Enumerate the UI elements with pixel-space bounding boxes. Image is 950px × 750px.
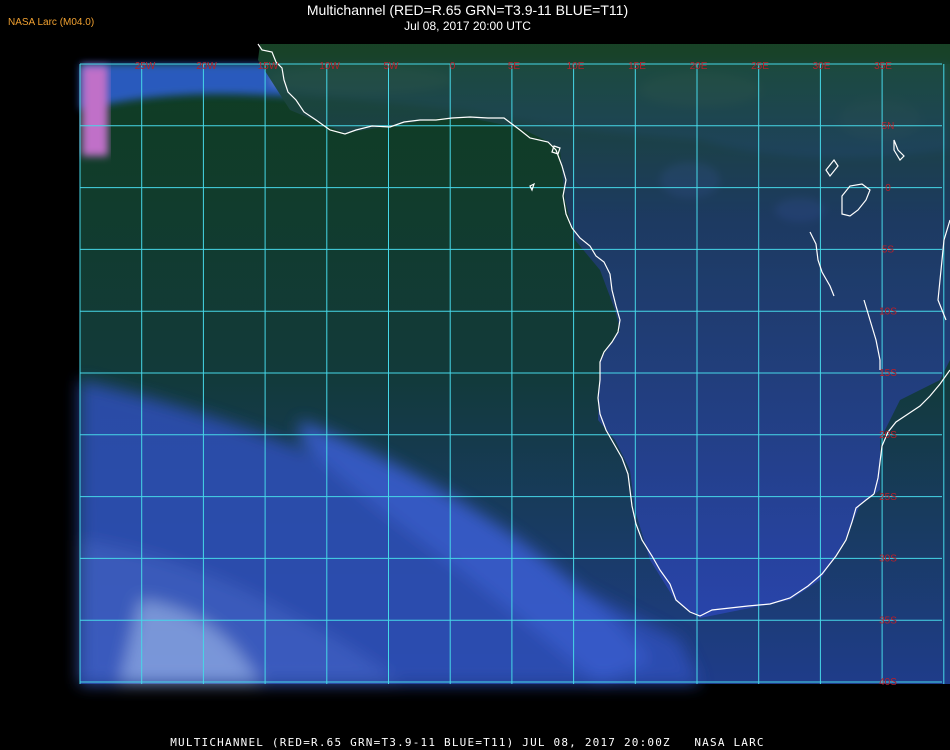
longitude-label: 10E (567, 61, 585, 72)
latitude-label: 30S (879, 554, 897, 565)
longitude-label: 20E (690, 61, 708, 72)
pink-cloud (82, 66, 108, 156)
latitude-label: 5S (882, 245, 895, 256)
footer-caption: MULTICHANNEL (RED=R.65 GRN=T3.9-11 BLUE=… (170, 736, 765, 749)
latitude-label: 10S (879, 306, 897, 317)
longitude-label: 15E (628, 61, 646, 72)
longitude-label: 35E (874, 61, 892, 72)
latitude-label: 40S (879, 677, 897, 688)
latitude-label: 25S (879, 492, 897, 503)
longitude-label: 5W (384, 61, 400, 72)
latitude-label: 20S (879, 430, 897, 441)
latitude-label: 0 (885, 183, 891, 194)
longitude-label: 30E (813, 61, 831, 72)
longitude-label: 20W (196, 61, 217, 72)
longitude-label: 0 (450, 61, 456, 72)
longitude-label: 10W (319, 61, 340, 72)
longitude-label: 25W (135, 61, 156, 72)
longitude-label: 25E (751, 61, 769, 72)
latitude-label: 35S (879, 615, 897, 626)
satellite-map: 25W 20W 15W 10W 5W 0 5E 10E 15E 20E 25E 30E 35E 5N 0 5S… (79, 43, 950, 727)
longitude-label: 15W (258, 61, 279, 72)
longitude-label: 5E (508, 61, 521, 72)
latitude-label: 5N (882, 121, 895, 132)
latitude-label: 15S (879, 368, 897, 379)
